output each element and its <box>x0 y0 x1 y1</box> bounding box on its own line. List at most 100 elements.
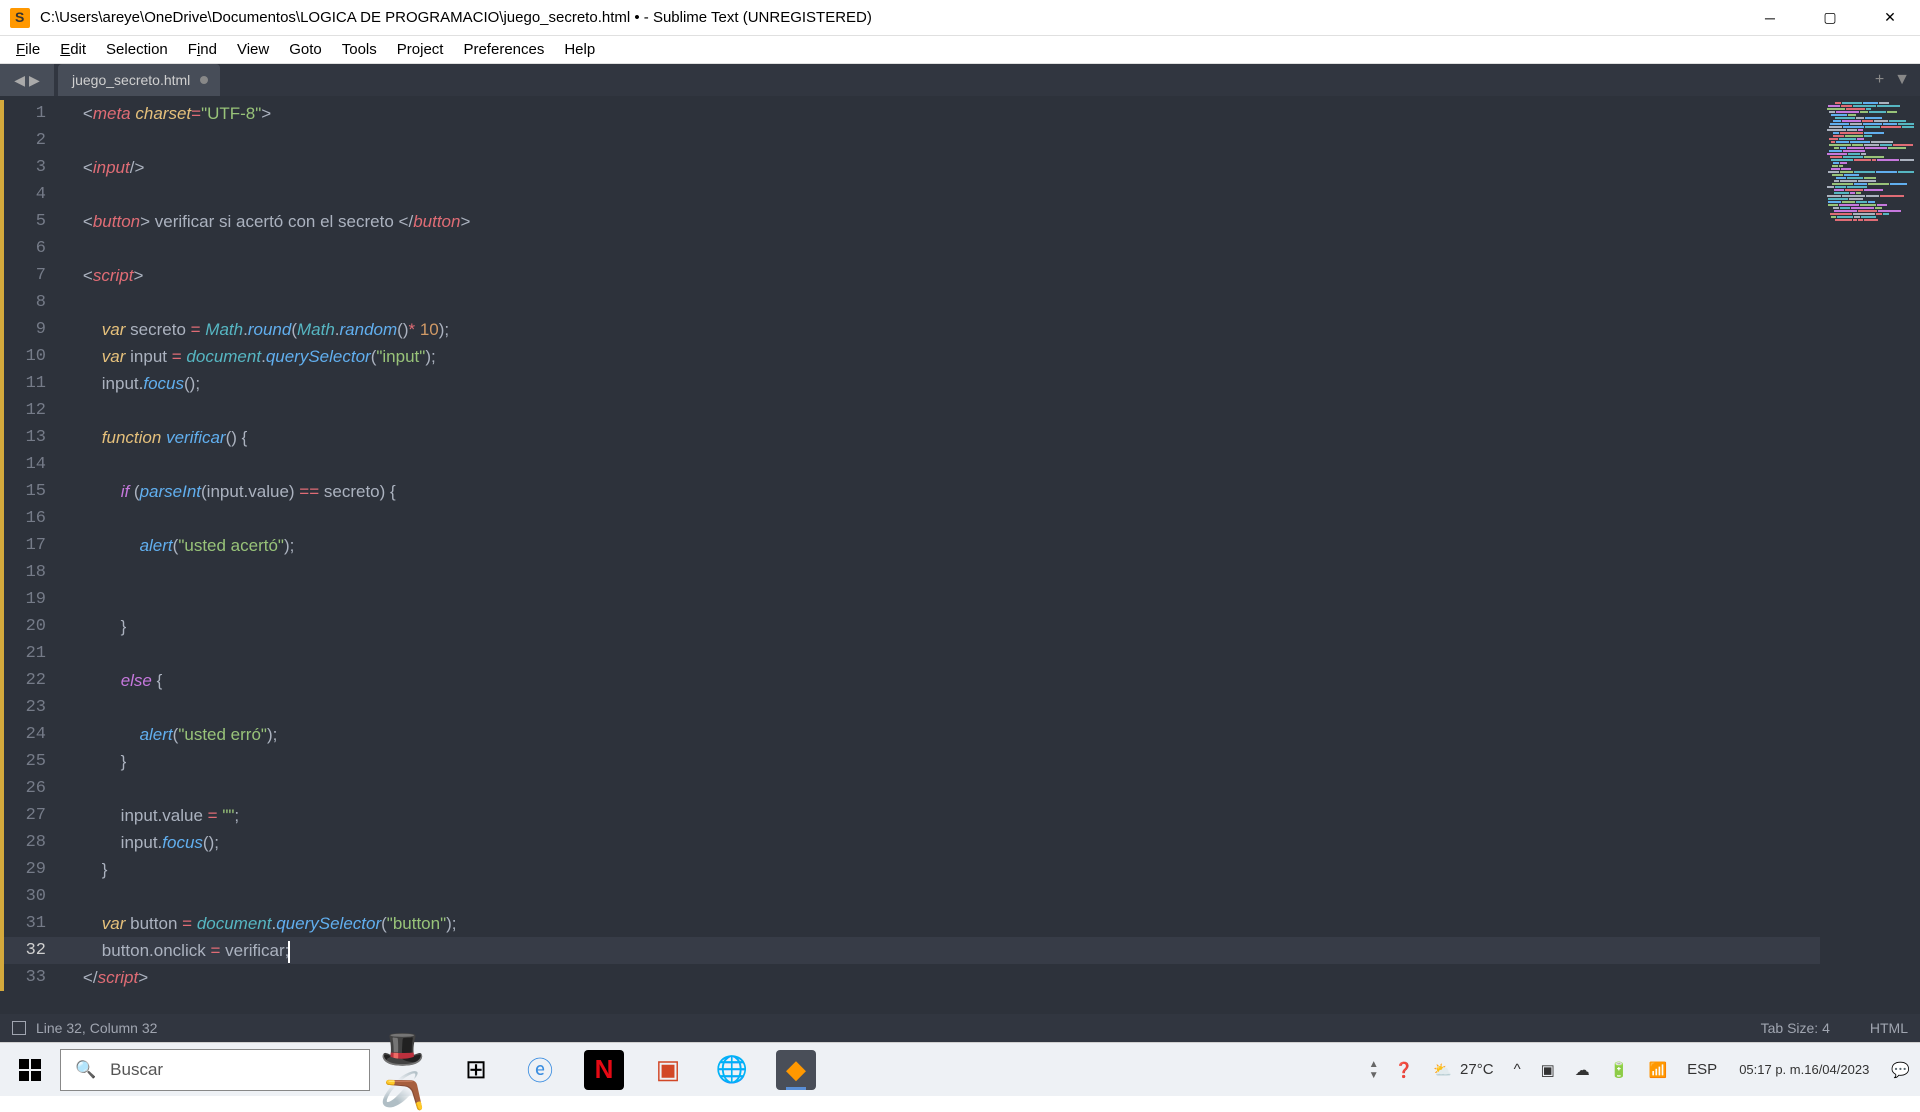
line-number[interactable]: 15 <box>0 478 58 505</box>
line-number[interactable]: 4 <box>0 181 58 208</box>
menu-help[interactable]: Help <box>554 37 605 62</box>
minimap[interactable] <box>1820 96 1920 1014</box>
line-number[interactable]: 33 <box>0 964 58 991</box>
code-line[interactable]: if (parseInt(input.value) == secreto) { <box>58 478 1820 505</box>
code-line[interactable]: } <box>58 748 1820 775</box>
code-line[interactable]: var button = document.querySelector("but… <box>58 910 1820 937</box>
line-number[interactable]: 16 <box>0 505 58 532</box>
line-number[interactable]: 17 <box>0 532 58 559</box>
code-line[interactable] <box>58 694 1820 721</box>
sublime-taskbar-icon[interactable]: ◆ <box>776 1050 816 1090</box>
menu-view[interactable]: View <box>227 37 279 62</box>
gutter[interactable]: 1234567891011121314151617181920212223242… <box>0 96 58 1014</box>
code-line[interactable]: button.onclick = verificar; <box>58 937 1820 964</box>
code-line[interactable] <box>58 775 1820 802</box>
minimize-button[interactable]: ─ <box>1740 0 1800 36</box>
line-number[interactable]: 25 <box>0 748 58 775</box>
line-number[interactable]: 32 <box>0 937 58 964</box>
code-line[interactable]: else { <box>58 667 1820 694</box>
tab-file[interactable]: juego_secreto.html <box>58 64 220 96</box>
line-number[interactable]: 5 <box>0 208 58 235</box>
weather-widget[interactable]: ⛅ 27°C <box>1423 1043 1503 1096</box>
line-number[interactable]: 23 <box>0 694 58 721</box>
menu-edit[interactable]: Edit <box>50 37 96 62</box>
line-number[interactable]: 6 <box>0 235 58 262</box>
menu-find[interactable]: Find <box>178 37 227 62</box>
line-number[interactable]: 11 <box>0 370 58 397</box>
onedrive-icon[interactable]: ☁ <box>1565 1043 1600 1096</box>
line-number[interactable]: 12 <box>0 397 58 424</box>
code-line[interactable]: input.value = ""; <box>58 802 1820 829</box>
start-button[interactable] <box>0 1043 60 1096</box>
code-line[interactable] <box>58 235 1820 262</box>
chrome-icon[interactable]: 🌐 <box>700 1043 764 1096</box>
line-number[interactable]: 31 <box>0 910 58 937</box>
line-number[interactable]: 27 <box>0 802 58 829</box>
line-number[interactable]: 8 <box>0 289 58 316</box>
menu-preferences[interactable]: Preferences <box>453 37 554 62</box>
battery-icon[interactable]: 🔋 <box>1600 1043 1639 1096</box>
clock[interactable]: 05:17 p. m. 16/04/2023 <box>1727 1043 1881 1096</box>
nav-arrows[interactable]: ◀ ▶ <box>0 64 54 96</box>
code-line[interactable] <box>58 883 1820 910</box>
code-line[interactable]: } <box>58 856 1820 883</box>
code-line[interactable] <box>58 289 1820 316</box>
code-line[interactable]: <button> verificar si acertó con el secr… <box>58 208 1820 235</box>
search-box[interactable]: 🔍 Buscar <box>60 1049 370 1091</box>
tray-expand-icon[interactable]: ^ <box>1504 1043 1531 1096</box>
syntax-mode[interactable]: HTML <box>1870 1020 1908 1036</box>
task-view-icon[interactable]: ⊞ <box>444 1043 508 1096</box>
code-line[interactable]: var input = document.querySelector("inpu… <box>58 343 1820 370</box>
line-number[interactable]: 28 <box>0 829 58 856</box>
line-number[interactable]: 14 <box>0 451 58 478</box>
tab-size[interactable]: Tab Size: 4 <box>1761 1020 1830 1036</box>
menu-file[interactable]: File <box>6 37 50 62</box>
code-line[interactable]: input.focus(); <box>58 370 1820 397</box>
code-line[interactable] <box>58 397 1820 424</box>
code-line[interactable]: function verificar() { <box>58 424 1820 451</box>
code-line[interactable]: input.focus(); <box>58 829 1820 856</box>
scroll-arrows-icon[interactable]: ▲▼ <box>1363 1059 1385 1081</box>
line-number[interactable]: 2 <box>0 127 58 154</box>
code-line[interactable] <box>58 505 1820 532</box>
code-line[interactable] <box>58 451 1820 478</box>
line-number[interactable]: 10 <box>0 343 58 370</box>
code-line[interactable] <box>58 559 1820 586</box>
line-number[interactable]: 7 <box>0 262 58 289</box>
menu-goto[interactable]: Goto <box>279 37 332 62</box>
line-number[interactable]: 29 <box>0 856 58 883</box>
panel-icon[interactable] <box>12 1021 26 1035</box>
language-indicator[interactable]: ESP <box>1677 1043 1727 1096</box>
code-line[interactable]: var secreto = Math.round(Math.random()* … <box>58 316 1820 343</box>
line-number[interactable]: 30 <box>0 883 58 910</box>
code-line[interactable]: <script> <box>58 262 1820 289</box>
help-icon[interactable]: ❓ <box>1385 1043 1424 1096</box>
line-number[interactable]: 9 <box>0 316 58 343</box>
code-line[interactable]: </script> <box>58 964 1820 991</box>
maximize-button[interactable]: ▢ <box>1800 0 1860 36</box>
display-icon[interactable]: ▣ <box>1531 1043 1565 1096</box>
line-number[interactable]: 21 <box>0 640 58 667</box>
notifications-icon[interactable]: 💬 <box>1881 1043 1920 1096</box>
tab-dropdown-icon[interactable]: ▼ <box>1894 71 1910 89</box>
code-line[interactable]: } <box>58 613 1820 640</box>
line-number[interactable]: 19 <box>0 586 58 613</box>
close-button[interactable]: ✕ <box>1860 0 1920 36</box>
code-line[interactable]: alert("usted erró"); <box>58 721 1820 748</box>
cursor-position[interactable]: Line 32, Column 32 <box>36 1020 157 1036</box>
line-number[interactable]: 20 <box>0 613 58 640</box>
powerpoint-icon[interactable]: ▣ <box>636 1043 700 1096</box>
line-number[interactable]: 26 <box>0 775 58 802</box>
netflix-icon[interactable]: N <box>584 1050 624 1090</box>
wifi-icon[interactable]: 📶 <box>1638 1043 1677 1096</box>
line-number[interactable]: 18 <box>0 559 58 586</box>
code-line[interactable]: <meta charset="UTF-8"> <box>58 100 1820 127</box>
ie-icon[interactable]: ⓔ <box>508 1043 572 1096</box>
code-line[interactable] <box>58 127 1820 154</box>
app-hat-icon[interactable]: 🎩🪃 <box>380 1043 444 1096</box>
line-number[interactable]: 1 <box>0 100 58 127</box>
line-number[interactable]: 24 <box>0 721 58 748</box>
code-line[interactable]: <input/> <box>58 154 1820 181</box>
code-area[interactable]: <meta charset="UTF-8"> <input/> <button>… <box>58 96 1820 1014</box>
code-line[interactable] <box>58 181 1820 208</box>
